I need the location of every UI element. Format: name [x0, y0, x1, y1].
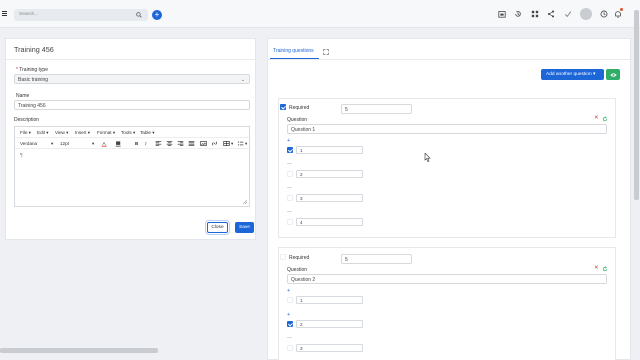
answer-field[interactable]: 1 — [296, 146, 363, 154]
menu-table[interactable]: Table ▾ — [140, 130, 155, 136]
required-checkbox[interactable] — [280, 254, 286, 260]
answer-prefix: — — [287, 210, 292, 215]
mouse-cursor — [424, 153, 431, 162]
answer-prefix: + — [287, 288, 291, 294]
answer-field[interactable]: 1 — [296, 296, 363, 304]
answer-prefix: — — [287, 336, 292, 341]
check-icon[interactable] — [564, 10, 572, 18]
search-placeholder: Search... — [19, 12, 39, 17]
tab-training-questions[interactable]: Training questions — [273, 48, 314, 54]
points-field[interactable]: 5 — [341, 104, 412, 114]
font-size-select[interactable]: 12pt — [60, 141, 69, 146]
answer-checkbox[interactable] — [287, 171, 293, 177]
questions-card: Training questions Add another question … — [267, 38, 631, 360]
name-field[interactable]: Training 456 — [14, 100, 250, 110]
answer-checkbox[interactable] — [287, 195, 293, 201]
answer-checkbox[interactable] — [287, 147, 293, 153]
menu-tools[interactable]: Tools ▾ — [121, 130, 135, 136]
close-icon[interactable]: ✕ — [594, 265, 599, 271]
required-checkbox[interactable] — [280, 104, 286, 110]
answer-checkbox[interactable] — [287, 345, 293, 351]
notification-badge — [620, 8, 623, 11]
answer-checkbox[interactable] — [287, 297, 293, 303]
answer-field[interactable]: 2 — [296, 320, 363, 328]
answer-checkbox[interactable] — [287, 219, 293, 225]
save-button[interactable]: Save — [235, 222, 254, 233]
align-center-icon[interactable] — [166, 140, 173, 147]
close-icon[interactable]: ✕ — [594, 115, 599, 121]
refresh-icon[interactable] — [602, 116, 608, 122]
menu-icon[interactable] — [2, 11, 7, 16]
required-label: Required — [289, 105, 310, 111]
question-label: Question — [287, 117, 308, 123]
question-field[interactable]: Question 2 — [287, 274, 607, 284]
avatar[interactable] — [580, 8, 592, 20]
answer-prefix: — — [287, 162, 292, 167]
answer-field[interactable]: 3 — [296, 194, 363, 202]
calendar-icon[interactable] — [498, 10, 506, 18]
name-label: Name — [16, 93, 30, 99]
search-icon[interactable] — [136, 11, 142, 18]
editor-content[interactable]: ¶ — [20, 153, 23, 159]
align-justify-icon[interactable] — [188, 140, 195, 147]
answer-prefix: + — [287, 138, 291, 144]
clock-icon[interactable] — [600, 10, 608, 18]
italic-icon[interactable]: I — [145, 141, 147, 146]
answer-prefix: — — [287, 186, 292, 191]
answer-field[interactable]: 2 — [296, 170, 363, 178]
bold-icon[interactable]: B — [135, 141, 138, 146]
answer-field[interactable]: 4 — [296, 218, 363, 226]
share-icon[interactable] — [547, 10, 555, 18]
menu-insert[interactable]: Insert ▾ — [75, 130, 90, 136]
close-button[interactable]: Close — [205, 220, 230, 235]
divider — [268, 59, 630, 60]
answer-prefix: + — [287, 312, 291, 318]
image-icon[interactable] — [200, 140, 207, 147]
question-label: Question — [287, 267, 308, 273]
horizontal-scrollbar[interactable] — [0, 348, 158, 353]
refresh-icon[interactable] — [602, 266, 608, 272]
top-bar: Search... + — [0, 0, 640, 28]
menu-file[interactable]: File ▾ — [20, 130, 31, 136]
required-label: Required — [289, 255, 310, 261]
description-label: Description — [14, 117, 40, 123]
rich-text-editor: File ▾ Edit ▾ View ▾ Insert ▾ Format ▾ T… — [14, 126, 250, 207]
question-block-2: Required 5 Question ✕ Question 2 + 1 + 2… — [278, 247, 616, 360]
divider — [6, 59, 255, 60]
expand-icon[interactable] — [323, 49, 329, 55]
training-type-label: * Training type — [16, 67, 48, 73]
highlight-icon[interactable] — [115, 140, 122, 147]
editor-toolbar: Verdana ▾ 12pt ▾ A B I ▾ ▾ — [15, 138, 249, 149]
training-form-card: Training 456 * Training type Basic train… — [5, 38, 256, 240]
search-input[interactable]: Search... — [14, 9, 148, 21]
editor-menubar: File ▾ Edit ▾ View ▾ Insert ▾ Format ▾ T… — [15, 127, 249, 138]
align-right-icon[interactable] — [177, 140, 184, 147]
answer-field[interactable]: 3 — [296, 344, 363, 352]
list-icon[interactable] — [237, 140, 244, 147]
font-family-select[interactable]: Verdana — [20, 141, 37, 146]
vertical-scrollbar[interactable] — [634, 10, 639, 200]
menu-edit[interactable]: Edit ▾ — [37, 130, 49, 136]
preview-button[interactable] — [606, 69, 620, 80]
text-color-icon[interactable]: A — [101, 140, 108, 147]
page-title: Training 456 — [14, 45, 54, 54]
eye-icon — [609, 72, 617, 77]
table-icon[interactable] — [223, 140, 230, 147]
history-icon[interactable] — [514, 10, 522, 18]
training-type-select[interactable]: Basic training ⌄ — [14, 74, 250, 84]
menu-format[interactable]: Format ▾ — [97, 130, 115, 136]
menu-view[interactable]: View ▾ — [55, 130, 68, 136]
add-question-button[interactable]: Add another question ▾ — [541, 69, 604, 80]
points-field[interactable]: 5 — [341, 254, 412, 264]
question-block-1: Required 5 Question ✕ Question 1 + 1 — 2… — [278, 98, 616, 238]
link-icon[interactable] — [211, 140, 218, 147]
answer-checkbox[interactable] — [287, 321, 293, 327]
apps-icon[interactable] — [531, 10, 539, 18]
align-left-icon[interactable] — [155, 140, 162, 147]
resize-handle[interactable] — [243, 200, 247, 204]
question-field[interactable]: Question 1 — [287, 124, 607, 134]
plus-icon[interactable]: + — [152, 9, 162, 20]
bell-icon[interactable] — [614, 10, 622, 18]
chevron-down-icon: ⌄ — [240, 77, 245, 83]
